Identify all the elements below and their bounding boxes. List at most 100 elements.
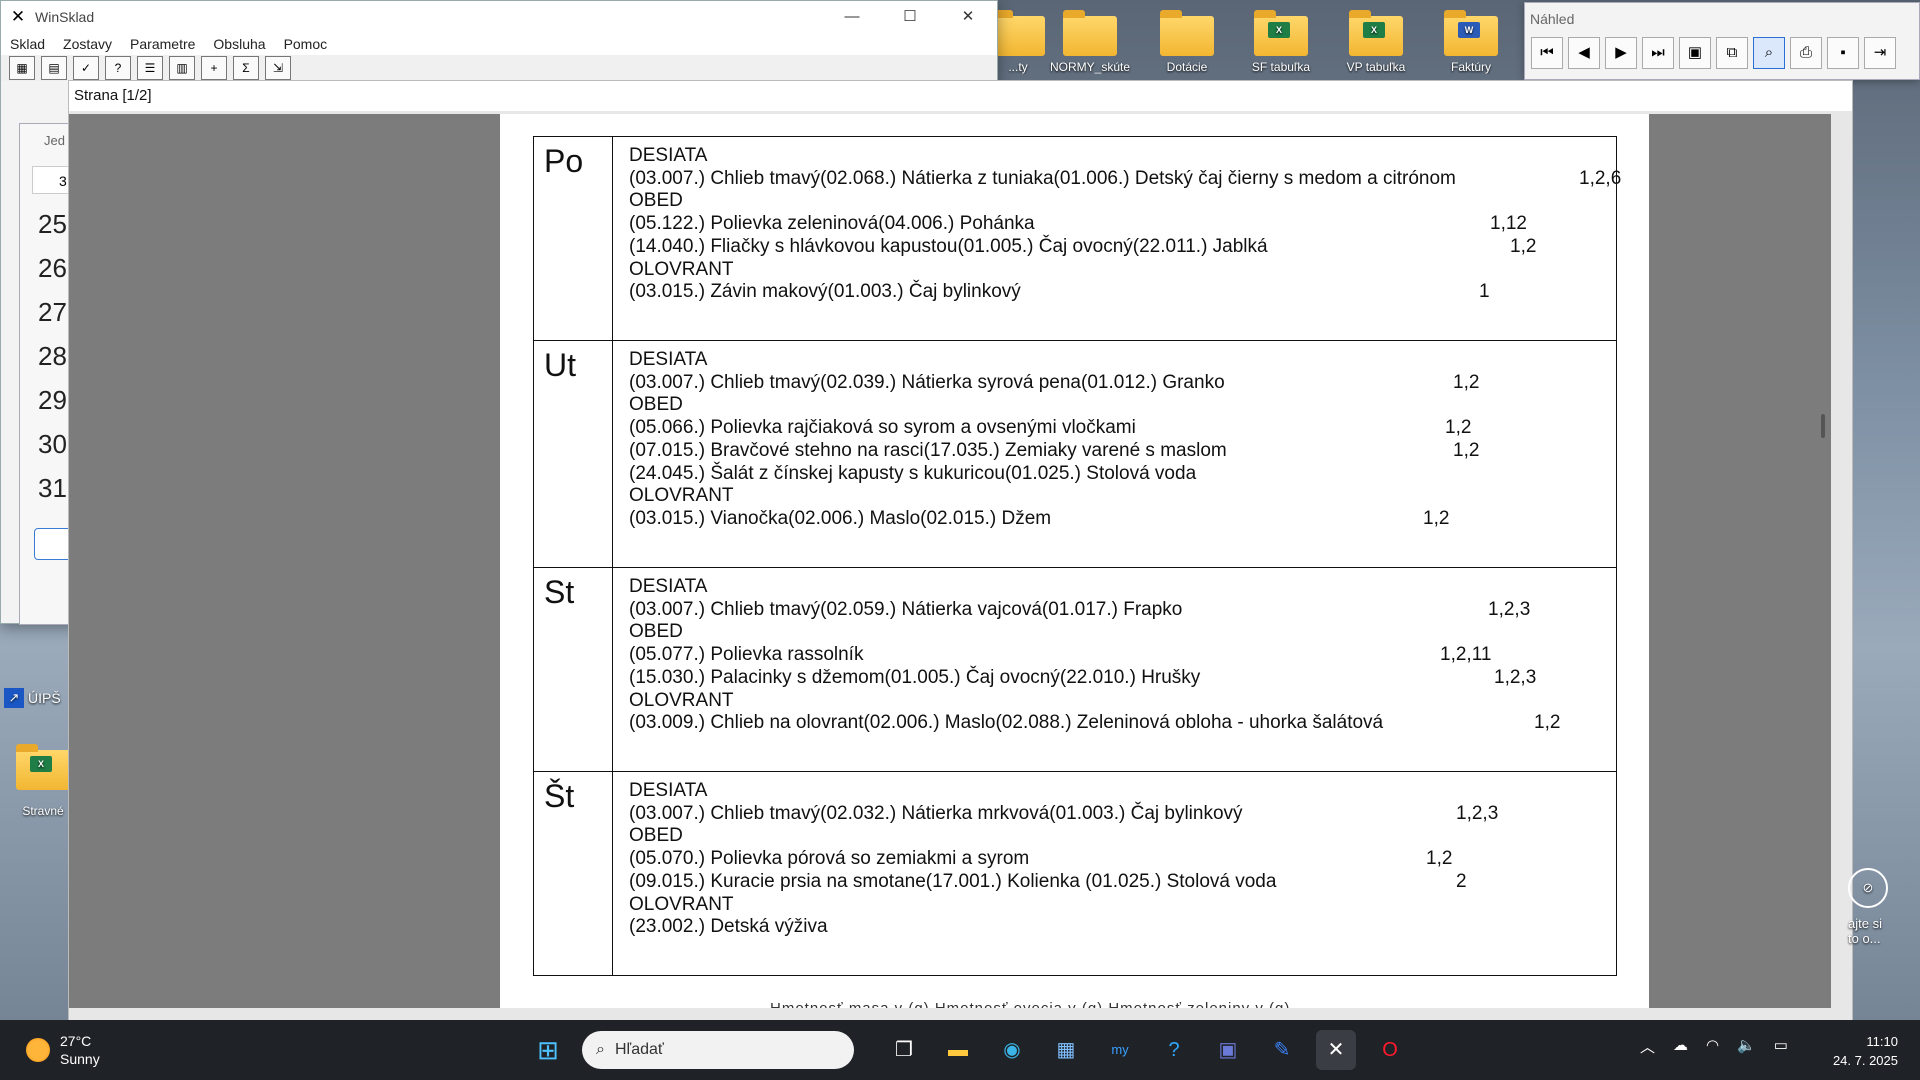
save-icon[interactable]: ▪ xyxy=(1827,37,1859,69)
desktop-folder-sf-tabulka[interactable]: X SF tabuľka xyxy=(1238,10,1324,74)
desktop-folder-faktury[interactable]: W Faktúry xyxy=(1428,10,1514,74)
battery-icon[interactable]: ▭ xyxy=(1774,1036,1788,1057)
preview-canvas[interactable]: Po DESIATA (03.007.) Chlieb tmavý(02.068.)… xyxy=(69,114,1831,1008)
meal-item-text: (05.122.) Polievka zeleninová(04.006.) P… xyxy=(629,213,1035,235)
page-indicator: Strana [1/2] xyxy=(69,81,1852,111)
next-page-icon[interactable]: ▶ xyxy=(1605,37,1637,69)
meal-item: (05.077.) Polievka rassolník 1,2,11 xyxy=(629,644,1616,667)
meal-allergens: 1,2,6 xyxy=(1579,167,1622,189)
report-icon[interactable]: ▥ xyxy=(169,56,195,80)
document-icon[interactable]: ▤ xyxy=(41,56,67,80)
opera-icon[interactable]: O xyxy=(1370,1030,1410,1070)
desktop-folder-vp-tabulka[interactable]: X VP tabuľka xyxy=(1333,10,1419,74)
meal-item-text: (24.045.) Šalát z čínskej kapusty s kuku… xyxy=(629,462,1197,484)
folder-icon xyxy=(991,10,1045,56)
minimize-button[interactable]: — xyxy=(823,1,881,33)
export-icon[interactable]: ⇲ xyxy=(265,56,291,80)
day-code: St xyxy=(533,567,613,772)
excel-folder-icon: X xyxy=(1349,10,1403,56)
edge-icon[interactable]: ◉ xyxy=(992,1030,1032,1070)
app-icon[interactable]: my xyxy=(1100,1030,1140,1070)
task-view-icon[interactable]: ❐ xyxy=(884,1030,924,1070)
desktop-uips-shortcut[interactable]: ↗ ÚIPŠ xyxy=(4,688,61,708)
menu-obsluha[interactable]: Obsluha xyxy=(204,36,274,52)
onedrive-off-icon[interactable]: ☁ xyxy=(1673,1036,1688,1057)
writer-app-icon[interactable]: ✎ xyxy=(1262,1030,1302,1070)
first-page-icon[interactable]: ⏮ xyxy=(1531,37,1563,69)
meal-item: (05.070.) Polievka pórová so zemiakmi a … xyxy=(629,848,1616,871)
day-code: Po xyxy=(533,136,613,341)
meal-category: OLOVRANT xyxy=(629,258,734,280)
close-button[interactable]: ✕ xyxy=(939,1,997,33)
last-page-icon[interactable]: ⏭ xyxy=(1642,37,1674,69)
meal-item-text: (05.077.) Polievka rassolník xyxy=(629,644,864,666)
taskbar-search[interactable]: ⌕ Hľadať xyxy=(582,1031,854,1069)
toolbar: ▦ ▤ ✓ ? ☰ ▥ + Σ ⇲ xyxy=(1,55,997,81)
meal-item-text: (23.002.) Detská výživa xyxy=(629,916,828,938)
add-icon[interactable]: + xyxy=(201,56,227,80)
wifi-icon[interactable]: ◠ xyxy=(1706,1036,1719,1057)
meal-allergens: 1,2,3 xyxy=(1494,666,1537,688)
preview-toolbar-window[interactable]: Náhled ⏮ ◀ ▶ ⏭ ▣ ⧉ ⌕ ⎙ ▪ ⇥ xyxy=(1524,2,1920,80)
meal-item-text: (03.015.) Závin makový(01.003.) Čaj byli… xyxy=(629,281,1021,303)
day-row: Št DESIATA (03.007.) Chlieb tmavý(02.032.)… xyxy=(533,771,1617,976)
desktop-folder-normy[interactable]: NORMY_skúte xyxy=(1047,10,1133,74)
prev-page-icon[interactable]: ◀ xyxy=(1568,37,1600,69)
menu-sklad[interactable]: Sklad xyxy=(1,36,54,52)
meal-item-text: (03.007.) Chlieb tmavý(02.032.) Nátierka… xyxy=(629,802,1243,824)
one-page-icon[interactable]: ▣ xyxy=(1679,37,1711,69)
store-icon[interactable]: ▦ xyxy=(1046,1030,1086,1070)
meal-category: OLOVRANT xyxy=(629,485,734,507)
meals-cell: DESIATA (03.007.) Chlieb tmavý(02.039.) N… xyxy=(612,340,1617,568)
preview-toolbar-buttons: ⏮ ◀ ▶ ⏭ ▣ ⧉ ⌕ ⎙ ▪ ⇥ xyxy=(1525,27,1919,69)
meal-allergens: 1,2,11 xyxy=(1440,644,1492,666)
menu-zostavy[interactable]: Zostavy xyxy=(54,36,121,52)
file-explorer-icon[interactable]: ▬ xyxy=(938,1030,978,1070)
meal-item: (05.066.) Polievka rajčiaková so syrom a… xyxy=(629,417,1616,440)
meal-item-text: (03.007.) Chlieb tmavý(02.068.) Nátierka… xyxy=(629,167,1456,189)
desktop-widget[interactable]: ⊘ ajte si to o... xyxy=(1848,868,1908,946)
menu-parametre[interactable]: Parametre xyxy=(121,36,204,52)
meal-item: (14.040.) Fliačky s hlávkovou kapustou(0… xyxy=(629,236,1616,259)
meal-item: (03.007.) Chlieb tmavý(02.059.) Nátierka… xyxy=(629,599,1616,622)
maximize-button[interactable]: ☐ xyxy=(881,1,939,33)
chevron-up-icon[interactable]: ︿ xyxy=(1640,1036,1655,1057)
winsklad-taskbar-icon[interactable]: ✕ xyxy=(1316,1030,1356,1070)
preview-toolbar-title: Náhled xyxy=(1530,11,1575,27)
scrollbar-thumb[interactable] xyxy=(1821,414,1825,438)
sum-icon[interactable]: Σ xyxy=(233,56,259,80)
uips-icon: ↗ xyxy=(4,688,24,708)
weather-widget[interactable]: 27°C Sunny xyxy=(26,1032,100,1068)
list-icon[interactable]: ☰ xyxy=(137,56,163,80)
zoom-icon[interactable]: ⌕ xyxy=(1753,37,1785,69)
search-icon: ⌕ xyxy=(596,1041,605,1058)
folder-icon xyxy=(1063,10,1117,56)
meal-category: DESIATA xyxy=(629,145,708,166)
meal-item: (15.030.) Palacinky s džemom(01.005.) Ča… xyxy=(629,667,1616,690)
day-row: Ut DESIATA (03.007.) Chlieb tmavý(02.039.)… xyxy=(533,340,1617,568)
two-pages-icon[interactable]: ⧉ xyxy=(1716,37,1748,69)
folder-icon xyxy=(1160,10,1214,56)
clock-date: 24. 7. 2025 xyxy=(1832,1053,1898,1068)
desktop-folder-dotacie[interactable]: Dotácie xyxy=(1144,10,1230,74)
winsklad-titlebar[interactable]: ✕ WinSklad — ☐ ✕ xyxy=(1,1,997,33)
volume-icon[interactable]: 🔈 xyxy=(1737,1036,1756,1057)
taskbar-clock[interactable]: 11:10 24. 7. 2025 xyxy=(1833,1032,1898,1070)
start-windows-icon[interactable]: ⊞ xyxy=(528,1030,568,1070)
taskbar: 27°C Sunny ⊞ ⌕ Hľadať ❐ ▬ ◉ ▦ my ? ▣ ✎ ✕… xyxy=(0,1020,1920,1080)
grid-icon[interactable]: ▦ xyxy=(9,56,35,80)
meal-category: DESIATA xyxy=(629,576,708,597)
floppy-app-icon[interactable]: ▣ xyxy=(1208,1030,1248,1070)
check-icon[interactable]: ✓ xyxy=(73,56,99,80)
meal-item: (24.045.) Šalát z čínskej kapusty s kuku… xyxy=(629,463,1616,486)
exit-icon[interactable]: ⇥ xyxy=(1864,37,1896,69)
print-preview-window[interactable]: Strana [1/2] Po DESIATA (03.007.) Chlieb t… xyxy=(68,80,1853,1022)
menu-pomoc[interactable]: Pomoc xyxy=(275,36,337,52)
help-icon[interactable]: ? xyxy=(105,56,131,80)
meal-allergens: 1,2 xyxy=(1453,371,1480,393)
weekly-menu-table: Po DESIATA (03.007.) Chlieb tmavý(02.068.)… xyxy=(533,136,1621,976)
meal-item-text: (07.015.) Bravčové stehno na rasci(17.03… xyxy=(629,439,1227,461)
print-icon[interactable]: ⎙ xyxy=(1790,37,1822,69)
help-app-icon[interactable]: ? xyxy=(1154,1030,1194,1070)
meal-item: (03.007.) Chlieb tmavý(02.039.) Nátierka… xyxy=(629,372,1616,395)
